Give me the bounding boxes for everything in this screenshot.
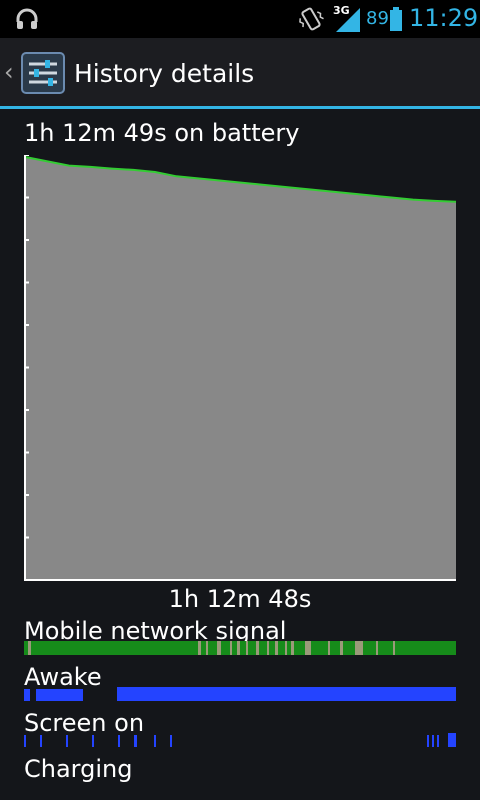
page-title: History details bbox=[74, 59, 255, 88]
signal-icon bbox=[336, 8, 360, 32]
battery-icon bbox=[390, 7, 402, 31]
clock: 11:29 bbox=[409, 4, 479, 32]
status-bar: 3G 89 11:29 bbox=[0, 0, 480, 38]
mobile-signal-bar bbox=[24, 641, 456, 655]
action-bar-divider bbox=[0, 106, 480, 109]
graph-duration-label: 1h 12m 48s bbox=[168, 585, 312, 613]
battery-summary: 1h 12m 49s on battery bbox=[24, 119, 300, 147]
screen-on-bar bbox=[24, 733, 456, 747]
charging-label: Charging bbox=[24, 755, 133, 783]
vibrate-icon bbox=[299, 7, 324, 31]
battery-history-graph bbox=[24, 155, 457, 581]
headphones-icon bbox=[16, 8, 38, 29]
settings-sliders-icon[interactable] bbox=[21, 52, 65, 94]
back-caret-icon[interactable]: ‹ bbox=[4, 60, 14, 84]
awake-bar bbox=[24, 687, 456, 701]
action-bar: ‹ History details bbox=[0, 38, 480, 106]
battery-percent: 89 bbox=[366, 8, 389, 29]
battery-level-area bbox=[26, 157, 456, 580]
